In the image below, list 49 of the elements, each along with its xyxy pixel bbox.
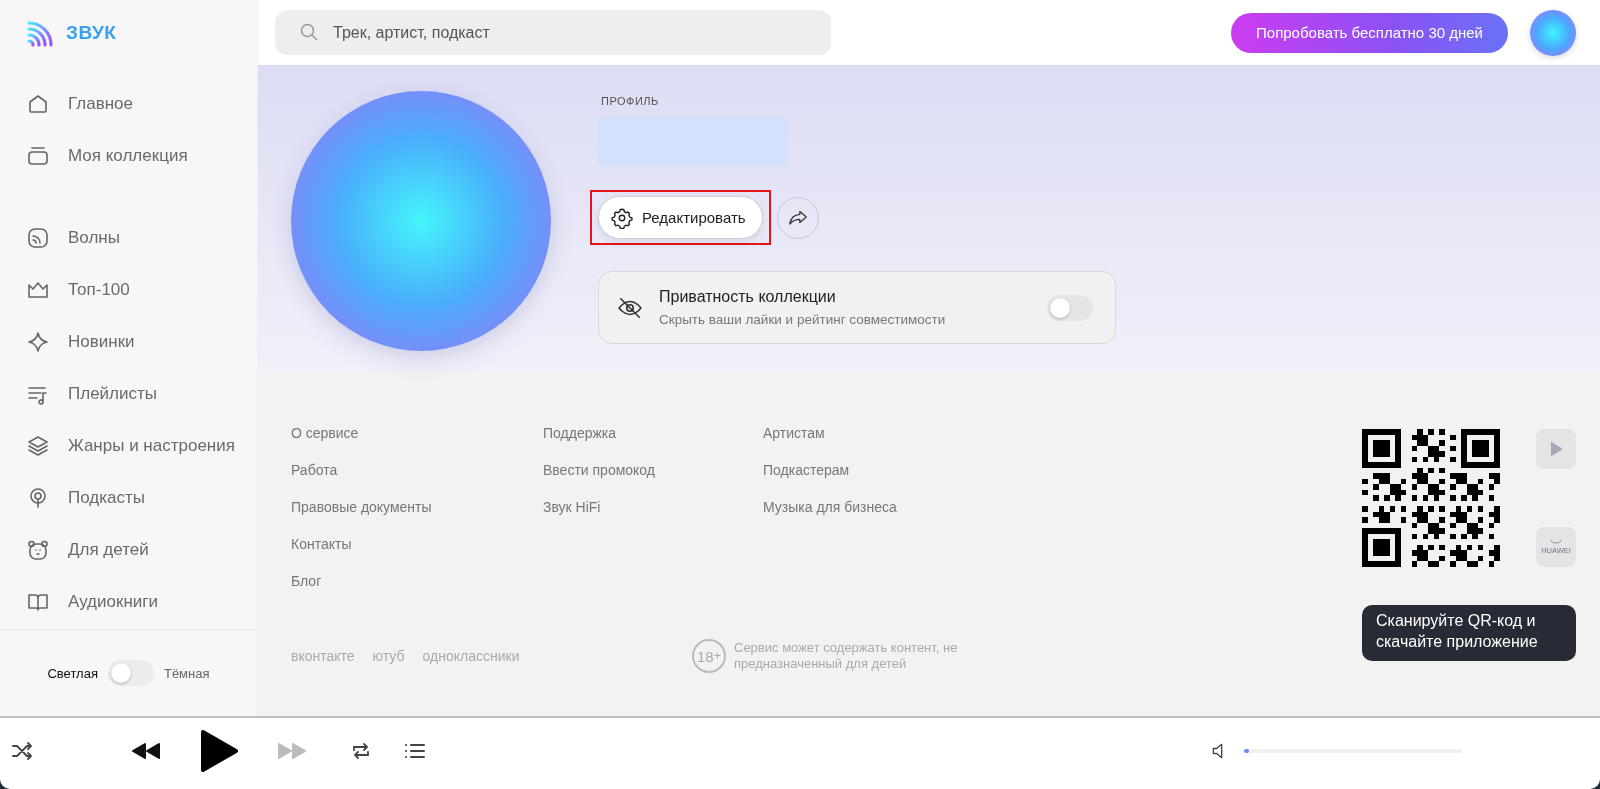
- footer-link[interactable]: Музыка для бизнеса: [763, 499, 897, 515]
- footer-link[interactable]: Ввести промокод: [543, 462, 763, 478]
- privacy-title: Приватность коллекции: [659, 288, 837, 306]
- footer-link[interactable]: Поддержка: [543, 425, 763, 441]
- social-link[interactable]: ютуб: [372, 648, 405, 664]
- sidebar-item[interactable]: Аудиокниги: [0, 576, 257, 628]
- search-icon: [299, 22, 319, 42]
- previous-icon[interactable]: [130, 740, 162, 761]
- collection-icon: [26, 144, 50, 168]
- sidebar-item[interactable]: Топ-100: [0, 264, 257, 316]
- avatar[interactable]: [1530, 9, 1576, 56]
- bear-icon: [26, 538, 50, 562]
- sidebar-item[interactable]: Волны: [0, 212, 257, 264]
- layers-icon: [26, 434, 50, 458]
- footer-link[interactable]: Подкастерам: [763, 462, 897, 478]
- smile-icon: [1550, 539, 1562, 544]
- footer-link[interactable]: Контакты: [291, 536, 543, 552]
- age-notice: Сервис может содержать контент, не предназначенный для детей: [734, 639, 959, 673]
- sidebar-item[interactable]: Моя коллекция: [0, 130, 257, 182]
- sidebar-item[interactable]: Жанры и настроения: [0, 420, 257, 472]
- footer-link[interactable]: Правовые документы: [291, 499, 543, 515]
- theme-toggle[interactable]: [107, 660, 154, 686]
- theme-label: Тёмная: [163, 665, 210, 681]
- privacy-subtitle: Скрыть ваши лайки и рейтинг совместимости: [659, 312, 947, 327]
- footer-link[interactable]: Звук HiFi: [543, 499, 763, 515]
- sidebar-item[interactable]: Главное: [0, 78, 257, 130]
- volume-slider[interactable]: [1244, 748, 1249, 753]
- section-label: ПРОФИЛЬ: [601, 95, 660, 107]
- footer-link[interactable]: Блог: [291, 573, 543, 589]
- footer-link[interactable]: Работа: [291, 462, 543, 478]
- play-icon[interactable]: [199, 728, 239, 773]
- sidebar-item[interactable]: Новинки: [0, 316, 257, 368]
- home-icon: [26, 92, 50, 116]
- gear-icon: [611, 206, 633, 229]
- sidebar-item[interactable]: Для детей: [0, 524, 257, 576]
- social-link[interactable]: одноклассники: [422, 648, 520, 664]
- privacy-toggle[interactable]: [1047, 294, 1093, 321]
- waves-icon: [26, 226, 50, 250]
- footer-link[interactable]: Артистам: [763, 425, 897, 441]
- footer-link[interactable]: О сервисе: [291, 425, 543, 441]
- logo-text[interactable]: ЗВУК: [66, 21, 117, 44]
- qr-tooltip: Сканируйте QR-код и скачайте приложение: [1362, 605, 1576, 661]
- trial-button[interactable]: Попробовать бесплатно 30 дней: [1231, 12, 1508, 53]
- sparkle-icon: [26, 330, 50, 354]
- theme-label: Светлая: [47, 665, 98, 681]
- sidebar-item[interactable]: Подкасты: [0, 472, 257, 524]
- search-field[interactable]: Трек, артист, подкаст: [275, 10, 831, 55]
- sidebar-item[interactable]: Плейлисты: [0, 368, 257, 420]
- edit-button[interactable]: Редактировать: [598, 196, 763, 239]
